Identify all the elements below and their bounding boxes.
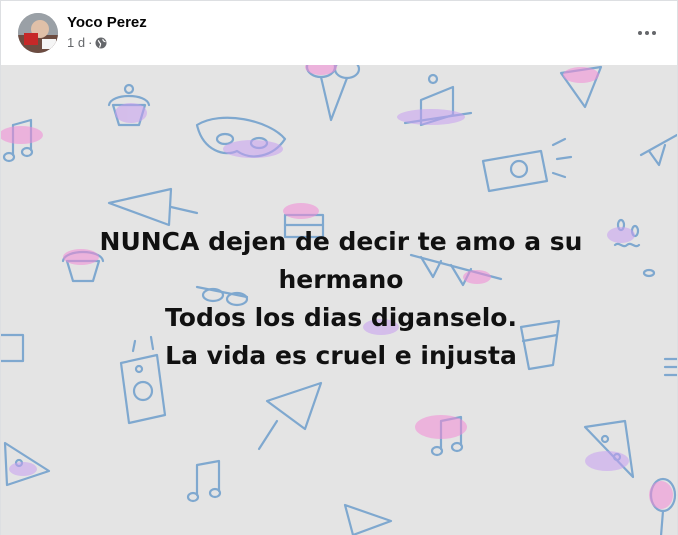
- post-text-line: La vida es cruel e injusta: [165, 341, 517, 370]
- pizza-center-icon: [343, 503, 393, 535]
- post-text-line: hermano: [278, 265, 404, 294]
- party-hat-middle-icon: [257, 381, 323, 451]
- party-horn-icon: [107, 187, 199, 227]
- post-meta: 1 d ·: [67, 35, 107, 50]
- facebook-post: Yoco Perez 1 d · NUNCA dejen de decir te…: [0, 0, 678, 535]
- meta-separator: ·: [88, 35, 93, 50]
- pattern-icon: [663, 357, 677, 377]
- post-text-line: Todos los dias diganselo.: [165, 303, 517, 332]
- post-image[interactable]: NUNCA dejen de decir te amo a su hermano…: [1, 65, 677, 535]
- bunting-icon: [639, 133, 677, 167]
- avatar[interactable]: [18, 13, 58, 53]
- post-header: Yoco Perez 1 d ·: [1, 1, 677, 64]
- post-text: NUNCA dejen de decir te amo a su hermano…: [61, 223, 621, 375]
- globe-icon: [95, 37, 107, 49]
- cake-left-icon: [1, 333, 25, 363]
- post-text-line: NUNCA dejen de decir te amo a su: [99, 227, 583, 256]
- author-name[interactable]: Yoco Perez: [67, 14, 147, 31]
- camera-icon: [481, 137, 573, 193]
- post-time[interactable]: 1 d: [67, 35, 85, 50]
- more-horizontal-icon: [638, 31, 656, 35]
- more-options-button[interactable]: [631, 17, 663, 49]
